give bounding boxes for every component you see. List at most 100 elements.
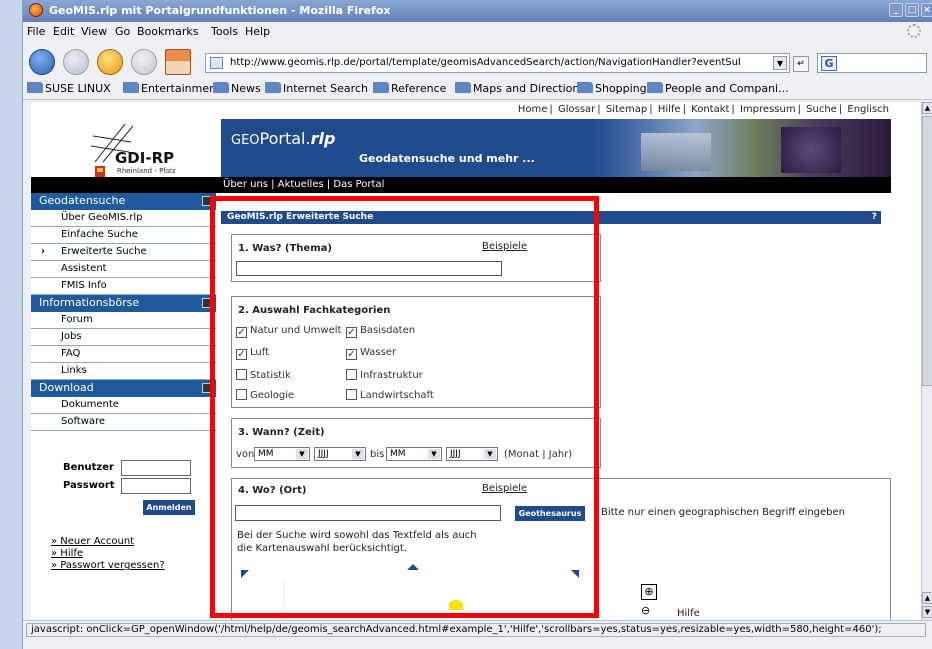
help-link[interactable]: » Hilfe (51, 548, 83, 559)
gdi-logo[interactable]: GDI-RP Rheinland - Pfalz (85, 122, 185, 182)
new-account-link[interactable]: » Neuer Account (51, 536, 134, 547)
dropdown-icon[interactable]: ▼ (296, 449, 308, 459)
link-impressum[interactable]: Impressum (740, 104, 796, 115)
map-pan-ne-icon[interactable] (571, 570, 579, 578)
sidebar-item-erweiterte-suche[interactable]: › Erweiterte Suche (31, 244, 216, 261)
sidebar-item-links[interactable]: Links (31, 363, 216, 380)
minimize-icon[interactable]: _ (889, 3, 903, 17)
topic-input[interactable] (236, 261, 502, 276)
examples-link[interactable]: Beispiele (482, 241, 527, 252)
menu-edit[interactable]: Edit (53, 25, 74, 38)
checkbox-luft[interactable]: ✓ Luft (236, 347, 269, 360)
checkbox-unchecked-icon[interactable] (236, 389, 247, 400)
map-pan-north-icon[interactable] (407, 564, 419, 570)
home-icon[interactable] (165, 49, 191, 75)
reload-icon[interactable] (97, 49, 123, 75)
map-area[interactable] (283, 580, 541, 620)
checkbox-basisdaten[interactable]: ✓ Basisdaten (346, 325, 415, 338)
sidebar-section-geodatensuche[interactable]: Geodatensuche (31, 193, 216, 210)
bookmark-internet-search[interactable]: Internet Search (265, 82, 368, 95)
sidebar-section-download[interactable]: Download (31, 380, 216, 397)
zoom-in-icon[interactable]: ⊕ (641, 584, 657, 600)
forward-icon[interactable] (63, 49, 89, 75)
scroll-up-icon[interactable]: ▲ (922, 592, 932, 604)
scroll-up-icon[interactable]: ▲ (922, 102, 932, 114)
collapse-icon[interactable] (202, 196, 212, 206)
link-sitemap[interactable]: Sitemap (606, 104, 647, 115)
menu-tools[interactable]: Tools (211, 25, 238, 38)
collapse-icon[interactable] (202, 383, 212, 393)
checkbox-statistik[interactable]: Statistik (236, 369, 291, 381)
go-button[interactable]: ↵ (793, 56, 809, 72)
menu-help[interactable]: Help (245, 25, 270, 38)
username-input[interactable] (121, 460, 191, 476)
dropdown-icon[interactable]: ▼ (352, 449, 364, 459)
collapse-icon[interactable] (202, 298, 212, 308)
menu-view[interactable]: View (81, 25, 107, 38)
bookmark-entertainment[interactable]: Entertainment (123, 82, 220, 95)
to-month-select[interactable]: MM ▼ (386, 447, 442, 461)
sidebar-item-assistent[interactable]: Assistent (31, 261, 216, 278)
dropdown-icon[interactable]: ▼ (484, 449, 496, 459)
link-hilfe[interactable]: Hilfe (658, 104, 681, 115)
sidebar-item-forum[interactable]: Forum (31, 312, 216, 329)
checkbox-checked-icon[interactable]: ✓ (236, 327, 247, 338)
url-dropdown-icon[interactable]: ▼ (773, 56, 787, 70)
link-englisch[interactable]: Englisch (847, 104, 889, 115)
url-text[interactable]: http://www.geomis.rlp.de/portal/template… (230, 57, 740, 68)
bookmark-people[interactable]: People and Compani... (647, 82, 789, 95)
bookmark-maps[interactable]: Maps and Directions (455, 82, 585, 95)
search-box[interactable]: G (817, 53, 927, 73)
checkbox-checked-icon[interactable]: ✓ (236, 349, 247, 360)
from-year-select[interactable]: JJJJ ▼ (314, 447, 366, 461)
url-bar[interactable]: http://www.geomis.rlp.de/portal/template… (205, 53, 790, 73)
back-icon[interactable] (29, 49, 55, 75)
bookmark-reference[interactable]: Reference (373, 82, 446, 95)
scroll-down-icon[interactable]: ▼ (922, 606, 932, 618)
checkbox-unchecked-icon[interactable] (236, 369, 247, 380)
link-home[interactable]: Home (518, 104, 548, 115)
login-button[interactable]: Anmelden (143, 500, 195, 515)
location-input[interactable] (235, 505, 501, 521)
close-icon[interactable]: × (921, 3, 932, 17)
link-glossar[interactable]: Glossar (558, 104, 595, 115)
checkbox-checked-icon[interactable]: ✓ (346, 327, 357, 338)
menu-bookmarks[interactable]: Bookmarks (137, 25, 198, 38)
geothesaurus-button[interactable]: Geothesaurus (515, 506, 585, 521)
bookmark-shopping[interactable]: Shopping (577, 82, 647, 95)
checkbox-checked-icon[interactable]: ✓ (346, 349, 357, 360)
checkbox-natur-umwelt[interactable]: ✓ Natur und Umwelt (236, 325, 341, 338)
bookmark-suse[interactable]: SUSE LINUX (27, 82, 111, 95)
scroll-thumb[interactable] (922, 116, 932, 386)
checkbox-wasser[interactable]: ✓ Wasser (346, 347, 396, 360)
to-year-select[interactable]: JJJJ ▼ (446, 447, 498, 461)
help-icon[interactable]: ? (872, 211, 877, 224)
checkbox-unchecked-icon[interactable] (346, 389, 357, 400)
sidebar-section-informationsboerse[interactable]: Informationsbörse (31, 295, 216, 312)
checkbox-geologie[interactable]: Geologie (236, 389, 294, 401)
link-kontakt[interactable]: Kontakt (691, 104, 729, 115)
vertical-scrollbar[interactable]: ▲ ▲ ▼ (921, 102, 932, 620)
checkbox-infrastruktur[interactable]: Infrastruktur (346, 369, 423, 381)
dropdown-icon[interactable]: ▼ (428, 449, 440, 459)
forgot-password-link[interactable]: » Passwort vergessen? (51, 560, 165, 571)
sidebar-item-jobs[interactable]: Jobs (31, 329, 216, 346)
map-help-link[interactable]: Hilfe (677, 608, 700, 619)
zoom-out-icon[interactable]: ⊖ (641, 604, 657, 618)
menu-go[interactable]: Go (115, 25, 130, 38)
google-icon[interactable]: G (821, 56, 837, 71)
from-month-select[interactable]: MM ▼ (254, 447, 310, 461)
examples-link[interactable]: Beispiele (482, 483, 527, 494)
sidebar-item-software[interactable]: Software (31, 414, 216, 431)
stop-icon[interactable] (131, 49, 157, 75)
maximize-icon[interactable]: □ (905, 3, 919, 17)
sidebar-item-einfache-suche[interactable]: Einfache Suche (31, 227, 216, 244)
link-suche[interactable]: Suche (806, 104, 837, 115)
portal-links[interactable]: Über uns | Aktuelles | Das Portal (223, 179, 384, 190)
sidebar-item-faq[interactable]: FAQ (31, 346, 216, 363)
checkbox-landwirtschaft[interactable]: Landwirtschaft (346, 389, 434, 401)
sidebar-item-dokumente[interactable]: Dokumente (31, 397, 216, 414)
sidebar-item-ueber[interactable]: Über GeoMIS.rlp (31, 210, 216, 227)
map-pan-nw-icon[interactable] (241, 570, 249, 578)
menu-file[interactable]: File (27, 25, 45, 38)
